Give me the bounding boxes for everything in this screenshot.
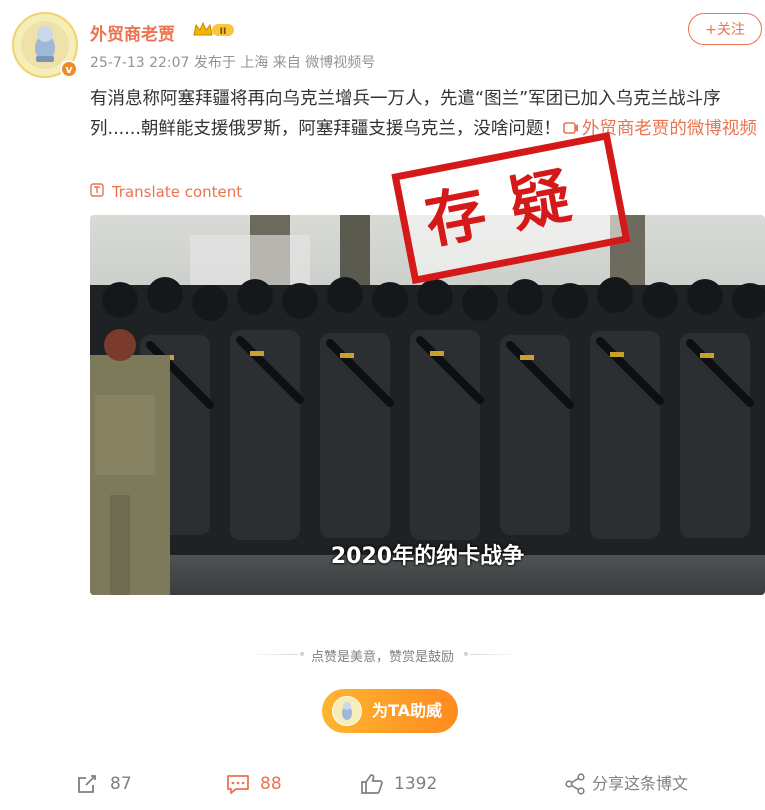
translate-label[interactable]: Translate content: [112, 183, 242, 201]
comment-icon: [227, 775, 249, 794]
like-count: 1392: [394, 774, 438, 794]
translate-icon: [90, 183, 108, 200]
like-button[interactable]: 1392: [360, 772, 460, 796]
share-button[interactable]: 分享这条博文: [564, 772, 704, 796]
reward-text: 点赞是美意，赞赏是鼓励: [310, 650, 454, 665]
translate-link[interactable]: Translate content: [90, 183, 242, 201]
follow-button[interactable]: +关注: [688, 13, 762, 45]
cheer-label[interactable]: 为TA助威: [372, 689, 442, 733]
crown-icon[interactable]: II: [192, 20, 236, 40]
video-link-icon: [563, 122, 578, 134]
like-icon: [361, 774, 383, 794]
cheer-button[interactable]: 为TA助威: [322, 689, 458, 733]
verified-badge: v: [60, 60, 78, 78]
level-badge-text: II: [220, 27, 227, 37]
repost-button[interactable]: 87: [76, 772, 156, 796]
share-icon: [565, 773, 585, 795]
post-meta: 25-7-13 22:07 发布于 上海 来自 微博视频号: [90, 55, 376, 71]
comment-count: 88: [260, 774, 282, 794]
share-post-label[interactable]: 分享这条博文: [592, 772, 688, 796]
post-text: 有消息称阿塞拜疆将再向乌克兰增兵一万人，先遣“图兰”军团已加入乌克兰战斗序列..…: [90, 84, 762, 144]
repost-count: 87: [110, 774, 132, 794]
cheer-avatar: [332, 696, 362, 726]
video-caption: 2020年的纳卡战争: [330, 544, 525, 569]
repost-icon: [78, 775, 96, 793]
username[interactable]: 外贸商老贾: [90, 20, 175, 45]
comment-button[interactable]: 88: [226, 772, 306, 796]
